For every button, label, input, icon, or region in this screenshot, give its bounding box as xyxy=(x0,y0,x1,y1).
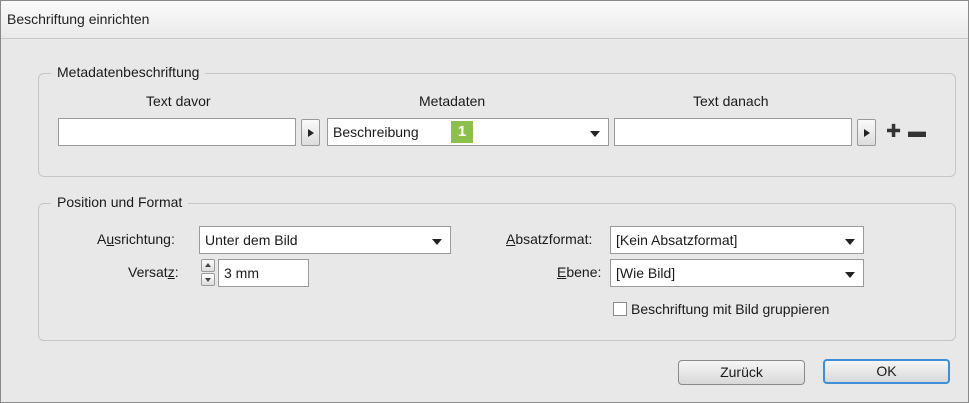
plus-icon[interactable]: ✚ xyxy=(886,122,901,140)
alignment-label: Ausrichtung: xyxy=(97,231,175,247)
offset-stepper[interactable] xyxy=(201,259,215,287)
alignment-dropdown-value: Unter dem Bild xyxy=(205,232,298,248)
minus-icon[interactable]: ▬ xyxy=(908,122,926,140)
metadata-index-badge: 1 xyxy=(451,121,473,143)
text-before-label: Text davor xyxy=(146,93,211,109)
metadata-caption-legend: Metadatenbeschriftung xyxy=(51,64,206,80)
chevron-down-icon xyxy=(590,131,600,137)
layer-dropdown[interactable]: [Wie Bild] xyxy=(610,259,864,287)
chevron-down-icon xyxy=(432,239,442,245)
group-with-image-label: Beschriftung mit Bild gruppieren xyxy=(631,301,830,317)
text-after-label: Text danach xyxy=(693,93,769,109)
arrow-right-icon xyxy=(308,129,314,137)
title-bar: Beschriftung einrichten xyxy=(1,1,968,39)
paragraph-style-label: Absatzformat: xyxy=(506,231,593,247)
text-before-input[interactable] xyxy=(58,118,296,146)
offset-input[interactable]: 3 mm xyxy=(218,259,309,287)
metadata-dropdown-value: Beschreibung xyxy=(333,124,419,140)
back-button[interactable]: Zurück xyxy=(678,360,805,385)
text-after-input[interactable] xyxy=(614,118,852,146)
offset-label: Versatz: xyxy=(128,264,179,280)
metadata-label: Metadaten xyxy=(419,93,486,109)
paragraph-style-dropdown[interactable]: [Kein Absatzformat] xyxy=(610,226,864,254)
stepper-down-icon[interactable] xyxy=(201,273,215,286)
paragraph-style-value: [Kein Absatzformat] xyxy=(616,232,738,248)
text-after-insert-button[interactable] xyxy=(857,119,876,146)
dialog-title: Beschriftung einrichten xyxy=(7,11,150,27)
layer-value: [Wie Bild] xyxy=(616,265,676,281)
chevron-down-icon xyxy=(845,239,855,245)
alignment-dropdown[interactable]: Unter dem Bild xyxy=(199,226,451,254)
position-format-legend: Position und Format xyxy=(51,194,189,210)
caption-setup-dialog: Beschriftung einrichten Metadatenbeschri… xyxy=(0,0,969,403)
text-before-insert-button[interactable] xyxy=(301,119,320,146)
stepper-up-icon[interactable] xyxy=(201,259,215,272)
chevron-down-icon xyxy=(845,272,855,278)
arrow-right-icon xyxy=(864,129,870,137)
layer-label: Ebene: xyxy=(557,264,602,280)
group-with-image-checkbox[interactable] xyxy=(613,302,627,316)
ok-button[interactable]: OK xyxy=(823,359,950,384)
